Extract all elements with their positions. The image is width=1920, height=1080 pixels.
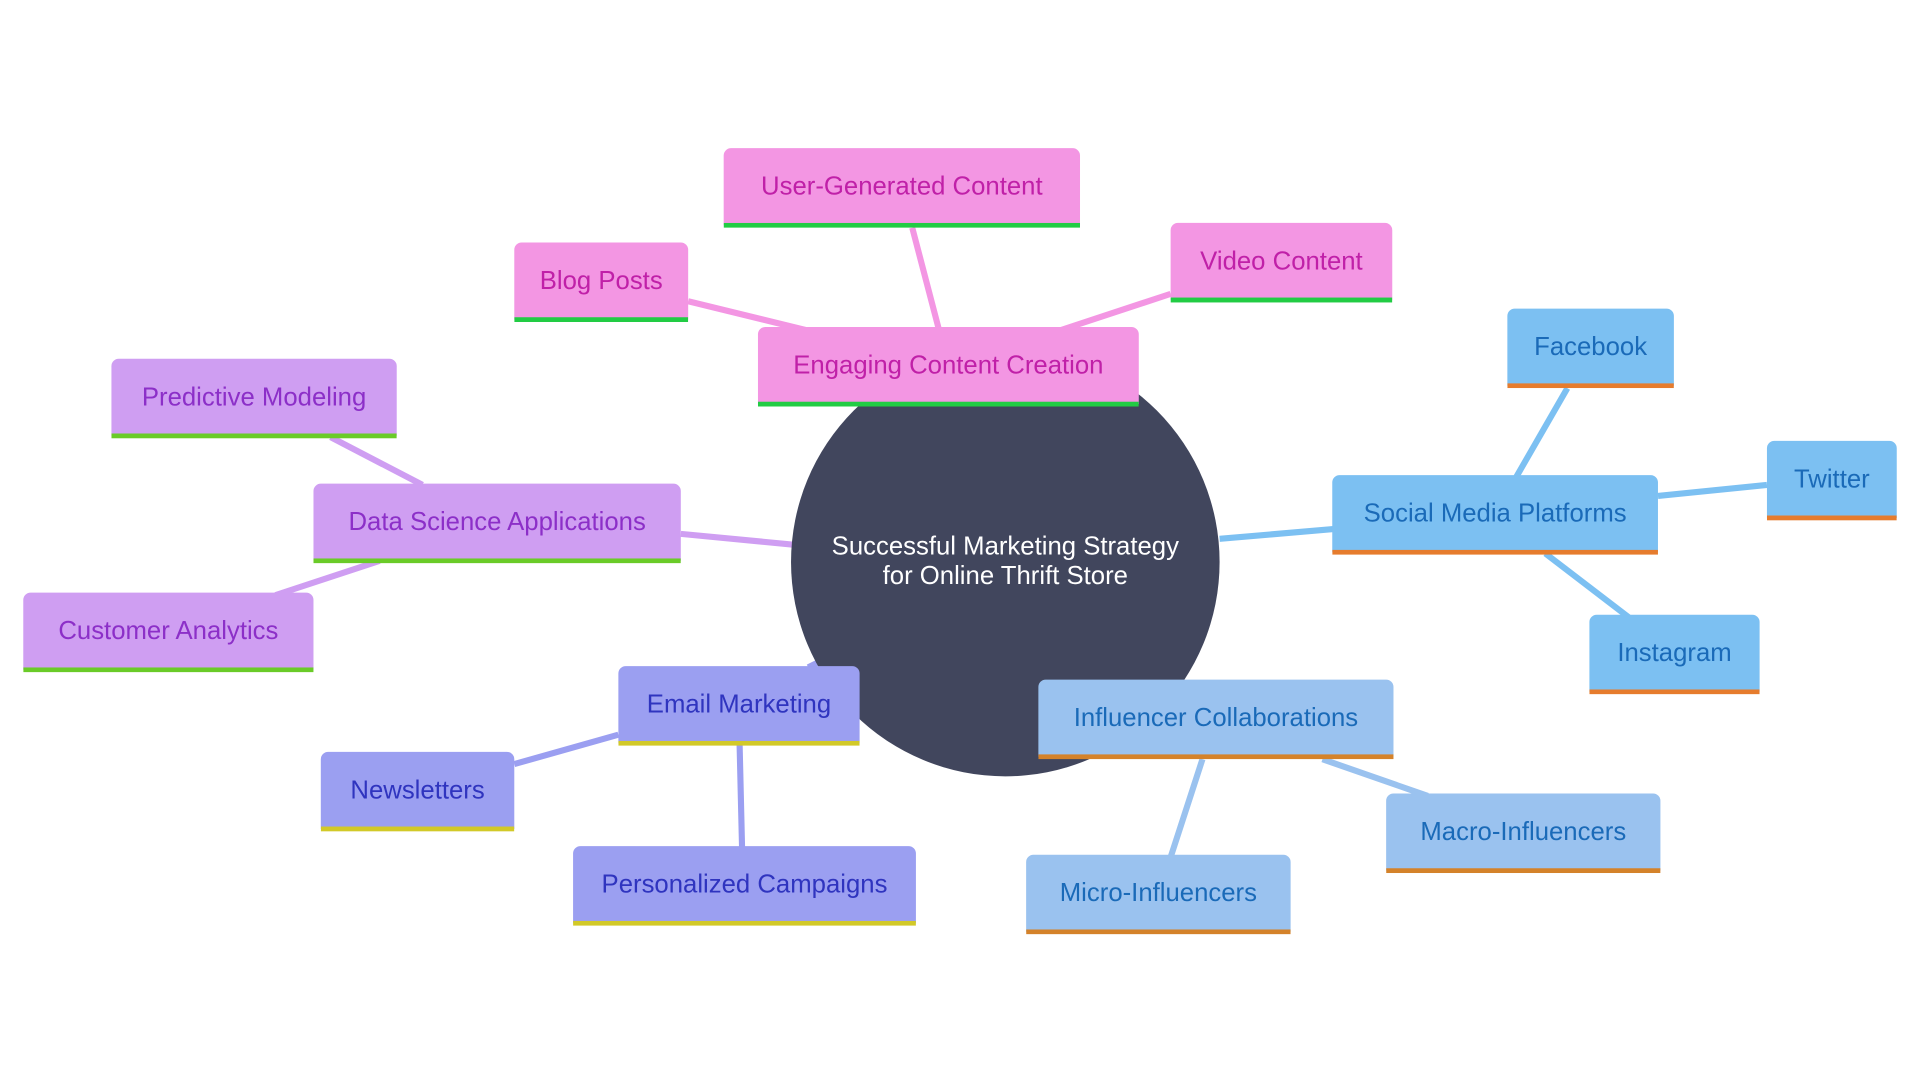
edge-personalized — [736, 744, 746, 848]
edge-twitter — [1657, 481, 1768, 499]
edge-predictive — [329, 434, 424, 488]
edge-video — [1058, 290, 1172, 334]
edge-ugc — [909, 226, 943, 332]
root-label-line2: for Online Thrift Store — [882, 562, 1128, 591]
branch-node-datasci[interactable]: Data Science Applications — [313, 483, 681, 564]
branch-node-content[interactable]: Engaging Content Creation — [757, 326, 1139, 407]
leaf-node-twitter[interactable]: Twitter — [1766, 440, 1897, 521]
root-label-line1: Successful Marketing Strategy — [831, 532, 1179, 561]
edge-macro — [1321, 756, 1429, 799]
mindmap-canvas: Successful Marketing Strategy for Online… — [0, 0, 1920, 1080]
leaf-node-ugc[interactable]: User-Generated Content — [723, 148, 1081, 228]
leaf-node-blog[interactable]: Blog Posts — [514, 242, 689, 323]
edge-facebook — [1513, 386, 1571, 480]
leaf-node-macro[interactable]: Macro-Influencers — [1386, 793, 1661, 874]
edge-micro — [1167, 758, 1206, 859]
leaf-node-personalized[interactable]: Personalized Campaigns — [573, 846, 916, 926]
edge-newsletters — [513, 731, 620, 768]
edge-root-datasci — [680, 530, 797, 548]
edge-root-social — [1219, 525, 1335, 542]
leaf-node-instagram[interactable]: Instagram — [1589, 614, 1760, 695]
leaf-node-predictive[interactable]: Predictive Modeling — [111, 358, 397, 439]
leaf-node-video[interactable]: Video Content — [1170, 222, 1393, 303]
leaf-node-micro[interactable]: Micro-Influencers — [1026, 854, 1291, 935]
edge-instagram — [1543, 551, 1631, 620]
branch-node-influencer[interactable]: Influencer Collaborations — [1038, 679, 1394, 760]
leaf-node-customer[interactable]: Customer Analytics — [23, 592, 314, 673]
branch-node-social[interactable]: Social Media Platforms — [1332, 475, 1658, 555]
leaf-node-facebook[interactable]: Facebook — [1507, 308, 1674, 389]
edge-customer — [274, 557, 381, 599]
leaf-node-newsletters[interactable]: Newsletters — [320, 751, 515, 832]
branch-node-email[interactable]: Email Marketing — [618, 666, 860, 746]
